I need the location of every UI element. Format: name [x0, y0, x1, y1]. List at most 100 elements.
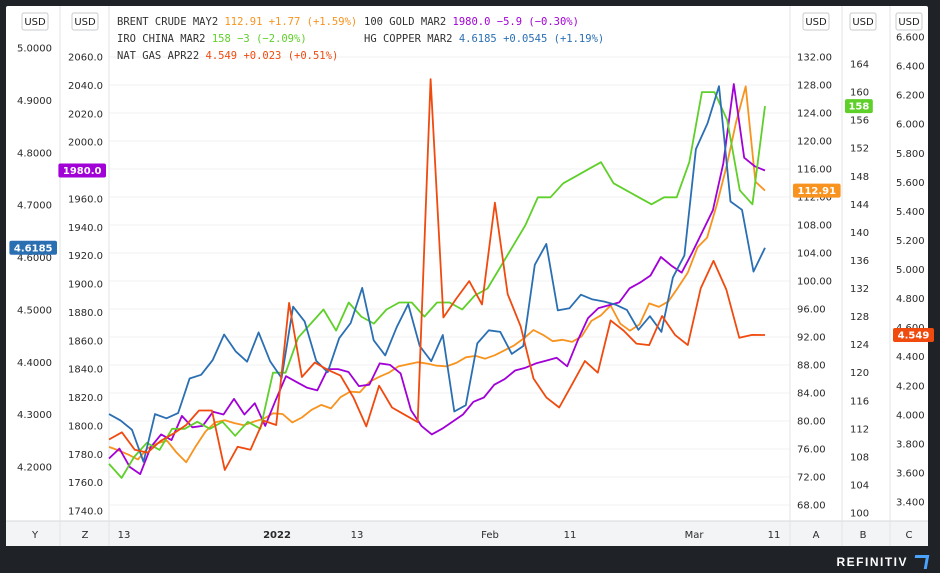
y-tick-label: 152: [850, 144, 869, 155]
axis-id-label[interactable]: B: [860, 530, 867, 541]
y-tick-label: 4.5000: [17, 305, 52, 316]
y-tick-label: 6.200: [896, 91, 925, 102]
y-tick-label: 1860.0: [68, 336, 103, 347]
y-tick-label: 100.00: [797, 277, 832, 288]
refinitiv-mark-icon: [912, 555, 930, 569]
last-value-label: 4.6185: [14, 243, 53, 254]
axis-unit-label: USD: [852, 17, 874, 28]
axis-id-label[interactable]: C: [906, 530, 913, 541]
y-tick-label: 1900.0: [68, 280, 103, 291]
y-tick-label: 5.400: [896, 207, 925, 218]
axis-unit-label: USD: [898, 17, 920, 28]
y-tick-label: 2020.0: [68, 109, 103, 120]
y-tick-label: 1960.0: [68, 194, 103, 205]
y-tick-label: 116.00: [797, 165, 832, 176]
y-tick-label: 1920.0: [68, 251, 103, 262]
y-tick-label: 68.00: [797, 501, 826, 512]
last-value-label: 4.549: [898, 331, 930, 342]
y-tick-label: 128: [850, 312, 869, 323]
y-tick-label: 4.000: [896, 410, 925, 421]
y-tick-label: 3.600: [896, 468, 925, 479]
axis-id-label[interactable]: Z: [82, 530, 89, 541]
y-tick-label: 5.200: [896, 236, 925, 247]
x-tick-label: Feb: [481, 530, 499, 541]
y-tick-label: 6.600: [896, 33, 925, 44]
y-tick-label: 4.800: [896, 294, 925, 305]
y-tick-label: 4.2000: [17, 463, 52, 474]
y-tick-label: 4.3000: [17, 410, 52, 421]
y-tick-label: 6.400: [896, 62, 925, 73]
y-tick-label: 1780.0: [68, 450, 103, 461]
y-tick-label: 4.400: [896, 352, 925, 363]
x-tick-label: 2022: [263, 530, 291, 541]
y-tick-label: 132: [850, 284, 869, 295]
y-tick-label: 164: [850, 60, 869, 71]
legend-entry[interactable]: IRO CHINA MAR2 158 −3 (−2.09%): [117, 33, 307, 45]
y-tick-label: 136: [850, 256, 869, 267]
legend-entry[interactable]: 100 GOLD MAR2 1980.0 −5.9 (−0.30%): [364, 16, 579, 28]
y-tick-label: 128.00: [797, 81, 832, 92]
y-tick-label: 160: [850, 88, 869, 99]
x-tick-label: Mar: [685, 530, 705, 541]
y-tick-label: 104.00: [797, 249, 832, 260]
last-value-label: 158: [848, 102, 869, 113]
y-tick-label: 144: [850, 200, 869, 211]
brand-name: REFINITIV: [836, 555, 908, 569]
y-tick-label: 5.000: [896, 265, 925, 276]
y-tick-label: 132.00: [797, 53, 832, 64]
y-tick-label: 5.600: [896, 178, 925, 189]
y-tick-label: 148: [850, 172, 869, 183]
y-tick-label: 3.800: [896, 439, 925, 450]
last-value-label: 1980.0: [63, 166, 102, 177]
axis-id-label[interactable]: Y: [31, 530, 39, 541]
axis-unit-label: USD: [74, 17, 96, 28]
y-tick-label: 104: [850, 480, 869, 491]
y-tick-label: 124: [850, 340, 869, 351]
legend-entry[interactable]: NAT GAS APR22 4.549 +0.023 (+0.51%): [117, 50, 338, 62]
x-tick-label: 11: [768, 530, 781, 541]
y-tick-label: 2040.0: [68, 81, 103, 92]
y-tick-label: 1820.0: [68, 393, 103, 404]
axis-unit-label: USD: [805, 17, 827, 28]
legend-entry[interactable]: BRENT CRUDE MAY2 112.91 +1.77 (+1.59%): [117, 16, 357, 28]
axis-id-label[interactable]: A: [813, 530, 820, 541]
y-tick-label: 1740.0: [68, 507, 103, 518]
axis-unit-label: USD: [24, 17, 46, 28]
x-tick-label: 11: [564, 530, 577, 541]
y-tick-label: 96.00: [797, 305, 826, 316]
x-tick-label: 13: [118, 530, 131, 541]
y-tick-label: 4.7000: [17, 201, 52, 212]
y-tick-label: 5.800: [896, 149, 925, 160]
y-tick-label: 140: [850, 228, 869, 239]
refinitiv-logo: REFINITIV: [836, 555, 930, 569]
y-tick-label: 72.00: [797, 473, 826, 484]
y-tick-label: 4.8000: [17, 148, 52, 159]
y-tick-label: 120: [850, 368, 869, 379]
y-tick-label: 112: [850, 424, 869, 435]
y-tick-label: 120.00: [797, 137, 832, 148]
legend-entry[interactable]: HG COPPER MAR2 4.6185 +0.0545 (+1.19%): [364, 33, 604, 45]
y-tick-label: 80.00: [797, 417, 826, 428]
y-tick-label: 1880.0: [68, 308, 103, 319]
y-tick-label: 4.200: [896, 381, 925, 392]
y-tick-label: 4.4000: [17, 358, 52, 369]
chart-window: USD 4.2000 4.3000 4.4000 4.5000 4.6000 4.7000 4…: [0, 0, 940, 573]
y-tick-label: 1760.0: [68, 478, 103, 489]
y-tick-label: 108: [850, 452, 869, 463]
y-tick-label: 88.00: [797, 361, 826, 372]
y-tick-label: 116: [850, 396, 869, 407]
y-tick-label: 3.400: [896, 498, 925, 509]
multi-axis-line-chart: USD4.20004.30004.40004.50004.60004.70004…: [0, 0, 940, 573]
y-tick-label: 2060.0: [68, 53, 103, 64]
y-tick-label: 1800.0: [68, 421, 103, 432]
y-tick-label: 124.00: [797, 109, 832, 120]
x-tick-label: 13: [351, 530, 364, 541]
y-tick-label: 92.00: [797, 333, 826, 344]
y-tick-label: 108.00: [797, 221, 832, 232]
y-tick-label: 76.00: [797, 445, 826, 456]
y-tick-label: 2000.0: [68, 138, 103, 149]
y-tick-label: 4.9000: [17, 96, 52, 107]
y-tick-label: 100: [850, 509, 869, 520]
y-tick-label: 156: [850, 116, 869, 127]
y-tick-label: 5.0000: [17, 44, 52, 55]
